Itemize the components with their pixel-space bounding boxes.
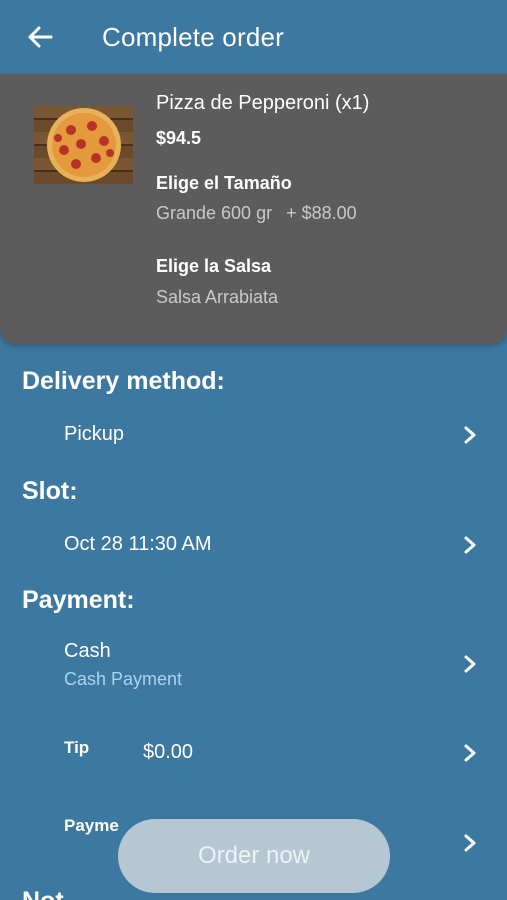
option-title-sauce: Elige la Salsa [156,256,272,276]
page-title: Complete order [102,21,284,52]
payment-title: Payment: [22,586,135,614]
chevron-right-icon [464,655,476,673]
back-button[interactable] [20,17,60,57]
option-value-size: Grande 600 gr + $88.00 [156,203,357,223]
option-title-size: Elige el Tamaño [156,173,292,193]
arrow-left-icon [28,26,53,48]
slot-row[interactable]: Oct 28 11:30 AM [0,520,507,570]
notes-title: Not [22,887,64,900]
slot-title: Slot: [22,477,78,505]
delivery-method-row[interactable]: Pickup [0,410,507,460]
tip-label: Tip [64,738,90,757]
chevron-right-icon [464,744,476,762]
app-bar: Complete order [0,0,507,74]
order-now-button[interactable]: Order now [118,819,390,893]
slot-value: Oct 28 11:30 AM [64,533,212,555]
option-extra-price: + $88.00 [286,203,357,223]
order-item-card: Pizza de Pepperoni (x1) $94.5 Elige el T… [0,74,507,344]
payment-method-value: Cash [64,640,111,662]
payment-details-label: Payme [64,816,119,835]
delivery-method-title: Delivery method: [22,367,225,395]
tip-row[interactable]: Tip $0.00 [0,728,507,778]
chevron-right-icon [464,536,476,554]
tip-value: $0.00 [143,741,194,763]
delivery-method-value: Pickup [64,423,125,445]
item-price: $94.5 [156,128,202,148]
pizza-image [34,106,133,184]
payment-method-detail: Cash Payment [64,669,183,689]
option-value-sauce: Salsa Arrabiata [156,287,279,307]
chevron-right-icon [464,834,476,852]
chevron-right-icon [464,426,476,444]
item-name: Pizza de Pepperoni (x1) [156,92,370,114]
payment-method-row[interactable]: Cash Cash Payment [0,632,507,696]
